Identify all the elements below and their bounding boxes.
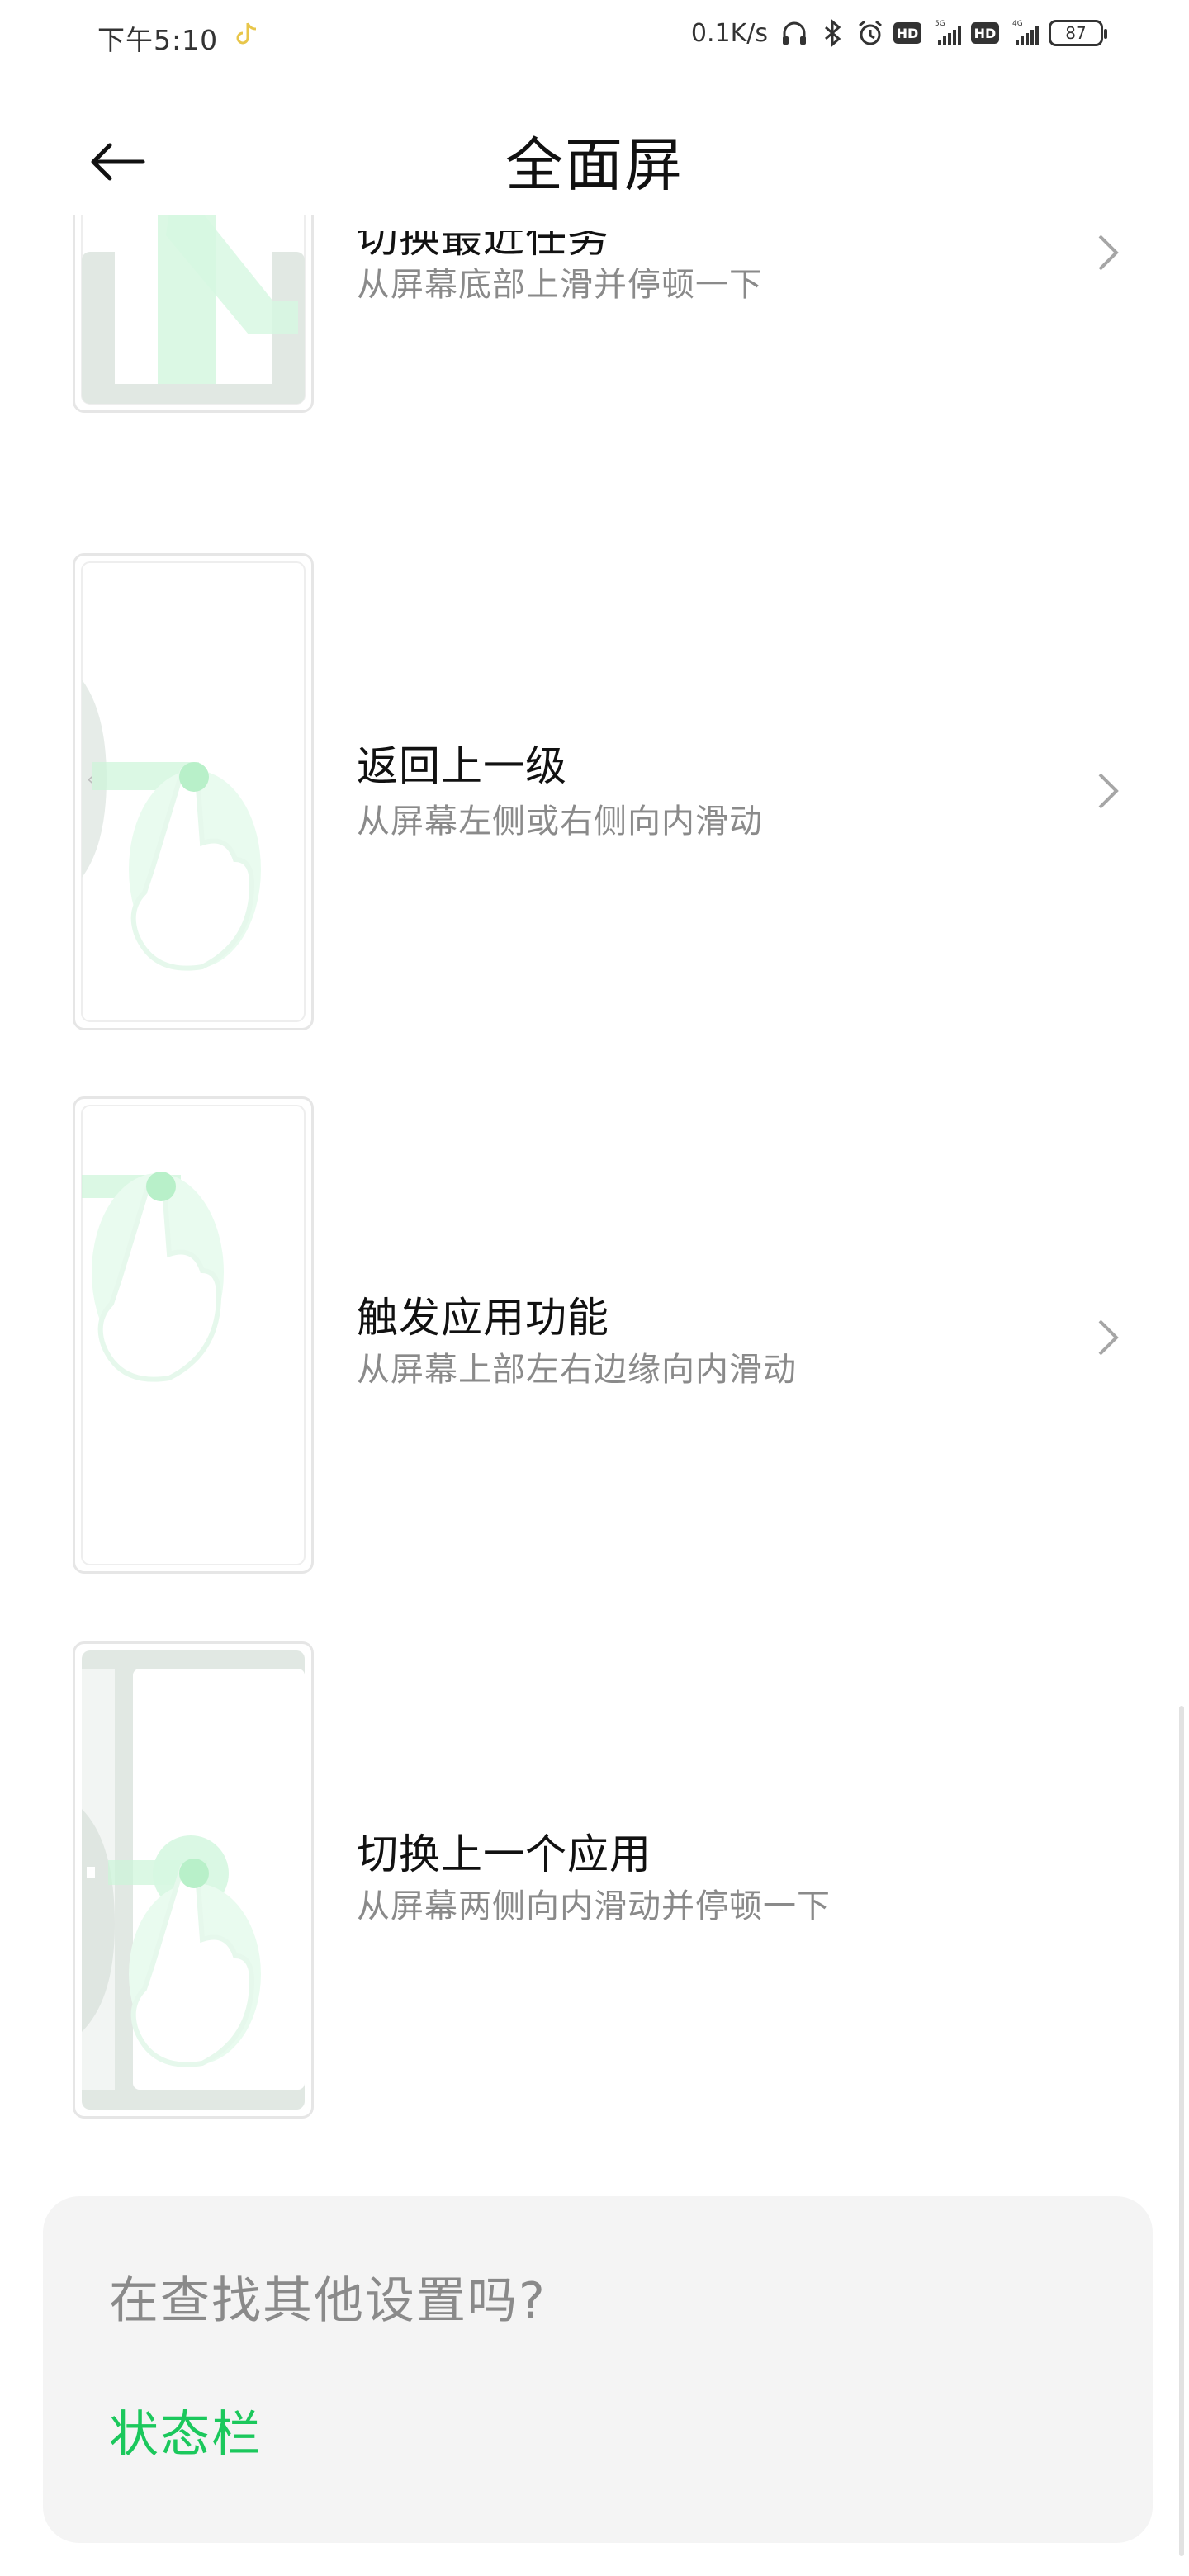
status-icons: 0.1K/s HD 5G HD 4G 87: [690, 17, 1107, 50]
gesture-subtitle: 从屏幕左侧或右侧向内滑动: [357, 803, 763, 841]
back-gesture-illustration: ‹: [81, 561, 306, 1022]
scrollbar[interactable]: [1179, 1706, 1184, 2556]
gesture-item-previous-app[interactable]: 切换上一个应用 从屏幕两侧向内滑动并停顿一下: [0, 1641, 1189, 2120]
gesture-title: 返回上一级: [357, 742, 567, 790]
signal-4g-icon: 4G: [1012, 20, 1039, 45]
network-speed: 0.1K/s: [690, 18, 768, 48]
chevron-right-icon: [1098, 234, 1119, 271]
gesture-subtitle: 从屏幕底部上滑并停顿一下: [357, 266, 763, 304]
chevron-right-icon: [1098, 773, 1119, 809]
gesture-list: 切换最近任务 从屏幕底部上滑并停顿一下 ‹ 返回上一级 从屏幕左侧或右侧向内滑动: [0, 165, 1189, 2147]
bluetooth-icon: [825, 18, 841, 48]
chevron-right-icon: [1098, 1319, 1119, 1356]
top-bar: 全面屏: [0, 91, 1189, 215]
gesture-illustration: ‹: [73, 553, 314, 1030]
headphones-icon: [783, 21, 806, 45]
app-function-illustration: [81, 1105, 306, 1565]
status-bar: 下午5:10 0.1K/s HD 5G HD 4G 87: [0, 0, 1189, 76]
gesture-illustration: [73, 1096, 314, 1574]
gesture-subtitle: 从屏幕两侧向内滑动并停顿一下: [357, 1887, 831, 1925]
previous-app-illustration: [82, 1650, 305, 2110]
battery-level: 87: [1065, 23, 1087, 43]
status-time: 下午5:10: [97, 24, 219, 56]
find-settings-card: 在查找其他设置吗? 状态栏: [43, 2196, 1153, 2543]
svg-text:5G: 5G: [935, 20, 945, 28]
tiktok-icon: [236, 22, 257, 45]
gesture-item-back[interactable]: ‹ 返回上一级 从屏幕左侧或右侧向内滑动: [0, 553, 1189, 1032]
hd-badge: HD: [893, 22, 921, 44]
find-settings-title: 在查找其他设置吗?: [109, 2272, 547, 2330]
gesture-subtitle: 从屏幕上部左右边缘向内滑动: [357, 1351, 797, 1389]
signal-icon: 5G: [935, 20, 961, 45]
battery-icon: 87: [1049, 20, 1107, 46]
gesture-title: 触发应用功能: [357, 1294, 609, 1342]
gesture-title: 切换上一个应用: [357, 1830, 651, 1878]
page-title: 全面屏: [505, 131, 684, 199]
svg-text:4G: 4G: [1012, 20, 1023, 28]
gesture-item-recent-tasks[interactable]: 切换最近任务 从屏幕底部上滑并停顿一下: [0, 165, 1189, 495]
hd-badge-2: HD: [971, 22, 999, 44]
gesture-item-app-function[interactable]: 触发应用功能 从屏幕上部左右边缘向内滑动: [0, 1096, 1189, 1575]
status-bar-link[interactable]: 状态栏: [109, 2394, 263, 2466]
gesture-illustration: [73, 1641, 314, 2119]
alarm-icon: [859, 20, 882, 45]
